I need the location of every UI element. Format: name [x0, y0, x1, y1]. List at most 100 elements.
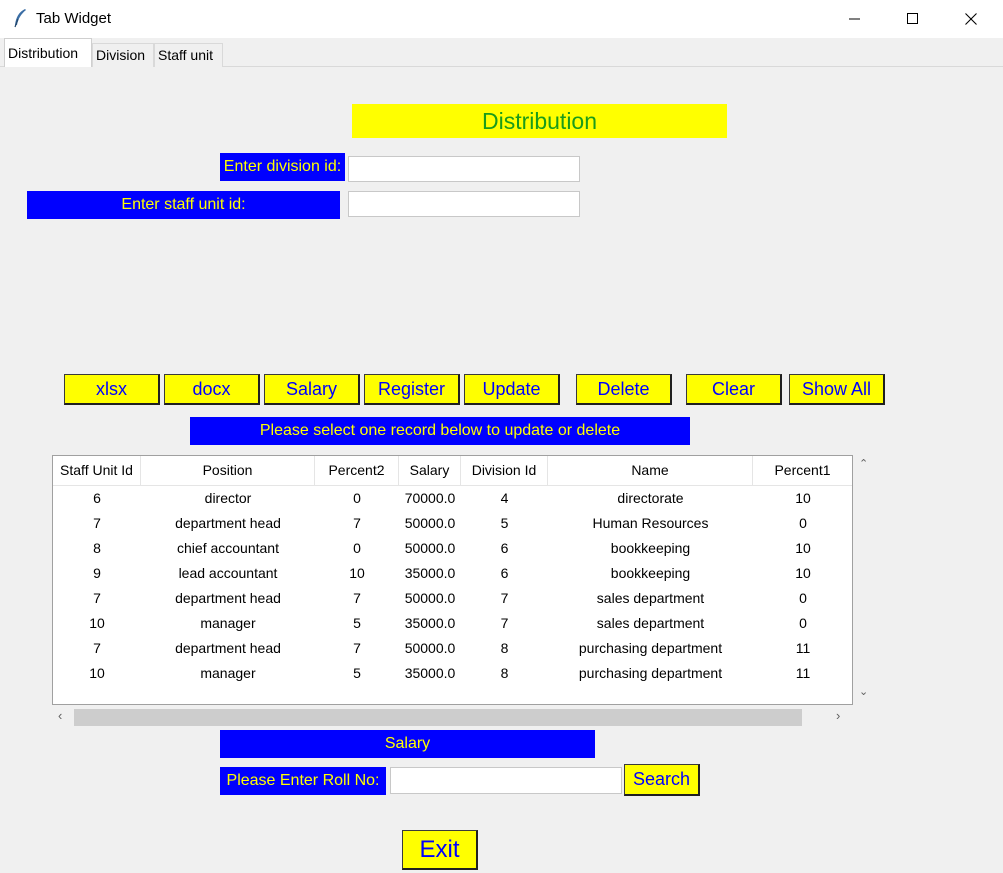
- search-button[interactable]: Search: [624, 764, 700, 796]
- table-cell: department head: [175, 515, 281, 531]
- tab-staff-unit[interactable]: Staff unit: [154, 43, 223, 67]
- table-cell: 35000.0: [404, 615, 456, 631]
- table-cell: bookkeeping: [610, 540, 691, 556]
- table-cell: 6: [500, 565, 509, 581]
- table-cell: 0: [799, 590, 807, 606]
- table-cell: 50000.0: [404, 640, 456, 656]
- page-heading: Distribution: [352, 104, 727, 138]
- vertical-scrollbar[interactable]: ⌃ ⌄: [853, 455, 875, 705]
- roll-no-input[interactable]: [390, 767, 622, 794]
- tab-distribution[interactable]: Distribution: [4, 38, 92, 67]
- scroll-thumb[interactable]: [74, 709, 802, 726]
- close-icon: [965, 13, 977, 25]
- table-cell: 7: [353, 590, 361, 606]
- table-row[interactable]: 7 department head 7 50000.0 5 Human Resources…: [53, 511, 852, 536]
- column-header[interactable]: Name: [548, 456, 753, 485]
- scroll-up-icon[interactable]: ⌃: [859, 457, 868, 470]
- table-cell: 8: [500, 665, 509, 681]
- maximize-button[interactable]: [884, 0, 942, 38]
- salary-section-title: Salary: [220, 730, 595, 758]
- table-cell: 6: [93, 490, 101, 506]
- table-cell: director: [204, 490, 252, 506]
- records-table[interactable]: Staff Unit Id Position Percent2 Salary Divis…: [52, 455, 853, 705]
- table-cell: 5: [500, 515, 509, 531]
- table-cell: department head: [175, 590, 281, 606]
- tab-division[interactable]: Division: [92, 43, 154, 67]
- table-cell: 11: [795, 640, 811, 656]
- table-cell: 7: [353, 640, 361, 656]
- table-cell: 7: [500, 590, 509, 606]
- table-row[interactable]: 6 director 0 70000.0 4 directorate 10: [53, 486, 852, 511]
- tab-bar: Distribution Division Staff unit: [0, 38, 1003, 67]
- table-row[interactable]: 10 manager 5 35000.0 7 sales department 0: [53, 611, 852, 636]
- staff-unit-id-input[interactable]: [348, 191, 580, 217]
- table-cell: 10: [89, 665, 105, 681]
- column-header[interactable]: Staff Unit Id: [53, 456, 141, 485]
- minimize-icon: [849, 18, 860, 20]
- close-button[interactable]: [942, 0, 1000, 38]
- table-cell: 11: [795, 665, 811, 681]
- table-cell: 10: [795, 565, 811, 581]
- scroll-down-icon[interactable]: ⌄: [859, 685, 868, 698]
- table-cell: 50000.0: [404, 540, 456, 556]
- table-cell: 0: [353, 490, 361, 506]
- exit-button[interactable]: Exit: [402, 830, 478, 870]
- roll-no-label: Please Enter Roll No:: [220, 767, 386, 795]
- table-cell: purchasing department: [578, 665, 723, 681]
- docx-button[interactable]: docx: [164, 374, 260, 405]
- column-header[interactable]: Position: [141, 456, 315, 485]
- table-cell: 7: [93, 590, 101, 606]
- table-cell: 4: [500, 490, 509, 506]
- column-header[interactable]: Division Id: [461, 456, 548, 485]
- table-cell: 35000.0: [404, 565, 456, 581]
- staff-unit-id-label: Enter staff unit id:: [27, 191, 340, 219]
- table-cell: 50000.0: [404, 590, 456, 606]
- salary-button[interactable]: Salary: [264, 374, 360, 405]
- clear-button[interactable]: Clear: [686, 374, 782, 405]
- register-button[interactable]: Register: [364, 374, 460, 405]
- table-cell: manager: [200, 665, 256, 681]
- table-row[interactable]: 7 department head 7 50000.0 7 sales departmen…: [53, 586, 852, 611]
- table-cell: 10: [795, 490, 811, 506]
- update-button[interactable]: Update: [464, 374, 560, 405]
- horizontal-scrollbar[interactable]: ‹ ›: [52, 705, 853, 727]
- table-cell: 7: [353, 515, 361, 531]
- window-client: Distribution Division Staff unit Distrib…: [0, 38, 1003, 873]
- table-cell: 7: [93, 640, 101, 656]
- table-cell: 5: [353, 665, 361, 681]
- minimize-button[interactable]: [826, 0, 884, 38]
- table-cell: 7: [93, 515, 101, 531]
- window-title: Tab Widget: [36, 10, 112, 27]
- table-cell: 8: [93, 540, 101, 556]
- table-row[interactable]: 7 department head 7 50000.0 8 purchasing depa…: [53, 636, 852, 661]
- division-id-input[interactable]: [348, 156, 580, 182]
- scroll-left-icon[interactable]: ‹: [58, 708, 62, 723]
- table-cell: 0: [799, 515, 807, 531]
- column-header[interactable]: Salary: [399, 456, 461, 485]
- table-row[interactable]: 8 chief accountant 0 50000.0 6 bookkeeping 10: [53, 536, 852, 561]
- table-row[interactable]: 10 manager 5 35000.0 8 purchasing department 1…: [53, 661, 852, 686]
- table-cell: sales department: [596, 590, 705, 606]
- scroll-right-icon[interactable]: ›: [836, 708, 840, 723]
- distribution-panel: Distribution Enter division id: Enter st…: [0, 67, 1003, 873]
- xlsx-button[interactable]: xlsx: [64, 374, 160, 405]
- table-cell: purchasing department: [578, 640, 723, 656]
- table-cell: chief accountant: [177, 540, 279, 556]
- table-cell: department head: [175, 640, 281, 656]
- table-cell: 50000.0: [404, 515, 456, 531]
- column-header[interactable]: Percent1: [753, 456, 852, 485]
- table-cell: 7: [500, 615, 509, 631]
- table-cell: sales department: [596, 615, 705, 631]
- delete-button[interactable]: Delete: [576, 374, 672, 405]
- table-cell: 9: [93, 565, 101, 581]
- maximize-icon: [907, 13, 918, 24]
- table-cell: 0: [799, 615, 807, 631]
- show-all-button[interactable]: Show All: [789, 374, 885, 405]
- table-cell: 0: [353, 540, 361, 556]
- column-header[interactable]: Percent2: [315, 456, 399, 485]
- table-cell: 10: [89, 615, 105, 631]
- table-row[interactable]: 9 lead accountant 10 35000.0 6 bookkeeping 10: [53, 561, 852, 586]
- table-cell: Human Resources: [592, 515, 709, 531]
- table-cell: directorate: [617, 490, 684, 506]
- instruction-label: Please select one record below to update…: [190, 417, 690, 445]
